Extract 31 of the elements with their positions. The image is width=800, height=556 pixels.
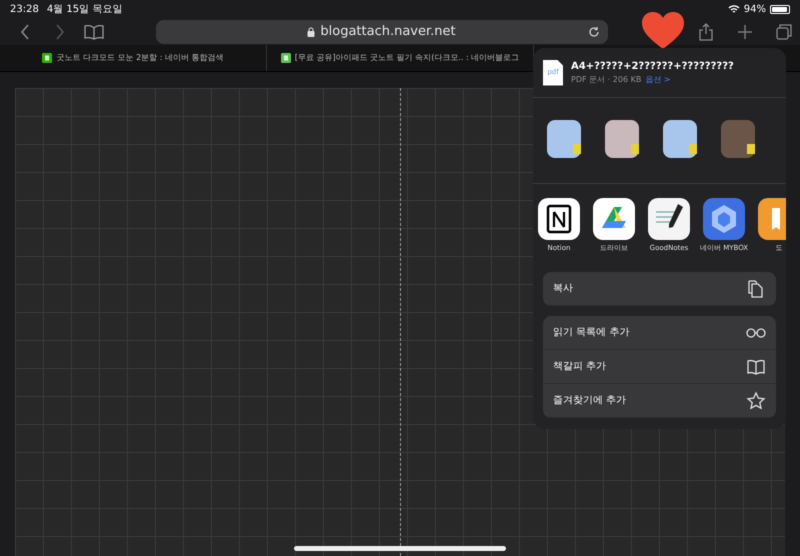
url-text: blogattach.naver.net [320, 22, 456, 41]
share-icon[interactable] [698, 22, 713, 40]
blog-favicon-icon [280, 53, 291, 63]
book-icon[interactable] [84, 24, 104, 40]
share-action[interactable]: 책갈피 추가 [543, 350, 776, 384]
tabs-icon[interactable] [776, 24, 792, 40]
file-info: PDF 문서 · 206 KB [571, 74, 642, 86]
notebook-pen-icon[interactable] [648, 198, 690, 240]
wifi-icon [728, 4, 740, 14]
new-tab-icon[interactable] [738, 24, 752, 38]
heart-icon [642, 12, 684, 50]
tab-title: [무료 공유]아이패드 굿노트 필기 속지(다크모.. : 네이버블로그 [294, 52, 520, 64]
notion-app-icon[interactable] [538, 198, 580, 240]
battery-icon [770, 4, 790, 14]
share-action[interactable]: 즐겨찾기에 추가 [543, 384, 776, 418]
status-date: 4월 15일 목요일 [46, 2, 122, 16]
address-bar[interactable]: blogattach.naver.net [156, 20, 608, 44]
back-icon[interactable] [20, 24, 30, 40]
site-favicon-icon [42, 53, 52, 63]
status-time: 23:28 [10, 2, 39, 16]
share-action[interactable]: 복사 [543, 272, 776, 306]
drive-app-icon[interactable] [593, 198, 635, 240]
lock-icon [307, 26, 316, 36]
star-icon [746, 390, 766, 410]
battery-percent: 94% [744, 2, 766, 16]
options-link[interactable]: 옵션 > [645, 74, 671, 86]
cube-app-icon[interactable] [703, 198, 745, 240]
tab-title: 굿노트 다크모드 모눈 2분할 : 네이버 통합검색 [56, 52, 224, 64]
share-action[interactable]: 읽기 목록에 추가 [543, 316, 776, 350]
file-title: A4+?????+2??????+????????? [571, 60, 734, 74]
reload-icon[interactable] [588, 26, 600, 38]
